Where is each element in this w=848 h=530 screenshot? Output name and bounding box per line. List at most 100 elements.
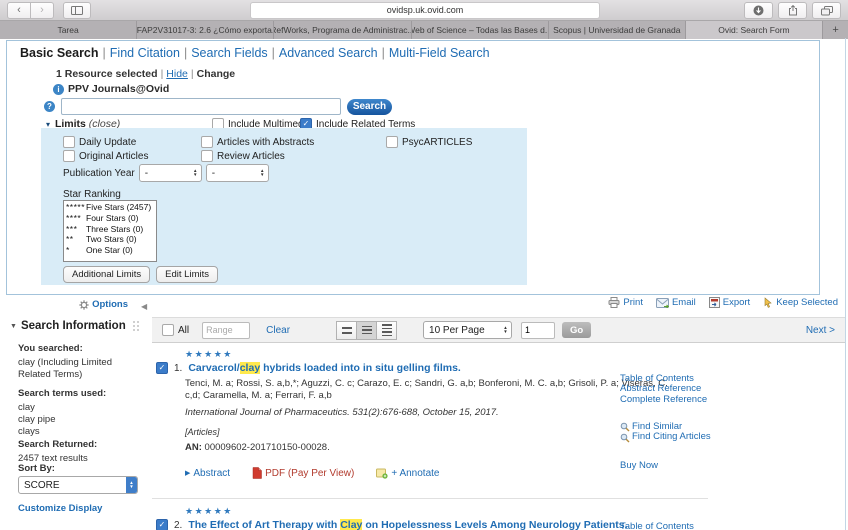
result-checkbox[interactable]: ✓ [156,519,168,530]
new-tab-button[interactable]: + [823,21,848,39]
sort-by-select[interactable]: SCORE ▲ ▼ [18,476,138,494]
options-link[interactable]: Options [92,299,128,310]
tab-overview-button[interactable] [812,2,841,19]
articles-with-abstracts-checkbox[interactable] [201,136,213,148]
results-main: Print Email Export Keep Selected All Cle… [152,293,848,530]
results-toolbar: All Clear 10 Per Page ▲▼ Go Next > [152,317,845,343]
check-icon: ✓ [158,520,166,529]
star-option[interactable]: **** Four Stars (0) [66,213,154,224]
email-link[interactable]: Email [655,297,696,308]
tab-scopus[interactable]: Scopus | Universidad de Granada [548,21,686,39]
annotate-link[interactable]: + Annotate [376,468,439,479]
database-name: PPV Journals@Ovid [68,83,170,95]
go-button[interactable]: Go [562,322,592,338]
result-checkbox[interactable]: ✓ [156,362,168,374]
result-title-link[interactable]: The Effect of Art Therapy with Clay on H… [188,519,628,530]
search-term: clay pipe [18,414,56,425]
review-articles-option: Review Articles [201,150,285,162]
tab-advanced-search[interactable]: Advanced Search [279,46,378,60]
tab-ovid-active[interactable]: Ovid: Search Form [685,21,824,39]
pdf-link[interactable]: PDF (Pay Per View) [252,467,354,479]
toolbar-right-group [744,2,841,19]
daily-update-checkbox[interactable] [63,136,75,148]
tab-ffap[interactable]: FFAP2V31017-3: 2.6 ¿Cómo exporta... [137,21,275,39]
additional-limits-button[interactable]: Additional Limits [63,266,151,283]
magnifier-icon [620,433,630,443]
per-page-select[interactable]: 10 Per Page ▲ ▼ [423,321,513,339]
edit-limits-button[interactable]: Edit Limits [156,266,218,283]
info-icon[interactable]: i [53,83,64,95]
drag-handle-icon[interactable] [133,320,140,332]
help-icon[interactable]: ? [44,101,55,112]
find-links: Find Similar Find Citing Articles [620,421,711,443]
tab-search-fields[interactable]: Search Fields [191,46,267,60]
forward-button[interactable]: › [31,1,54,19]
sidebar-icon [71,5,83,15]
keep-selected-link[interactable]: Keep Selected [763,297,838,308]
result-number: 2. [174,520,183,530]
star-option[interactable]: ***** Five Stars (2457) [66,202,154,213]
search-input[interactable] [61,98,341,115]
find-citing-articles-link[interactable]: Find Citing Articles [620,431,711,443]
select-all-option: All [162,324,189,336]
select-all-checkbox[interactable] [162,324,174,336]
result-number: 1. [174,363,183,374]
abstract-view-button[interactable] [377,320,398,340]
tab-find-citation[interactable]: Find Citation [110,46,180,60]
star-ranking-listbox[interactable]: ***** Five Stars (2457) **** Four Stars (0… [63,200,157,262]
searched-query: clay (Including Limited Related Terms) [18,357,112,380]
gear-icon [79,299,89,310]
complete-reference-link[interactable]: Complete Reference [620,394,707,405]
review-articles-checkbox[interactable] [201,150,213,162]
clear-link[interactable]: Clear [266,325,290,336]
year-from-select[interactable]: - ▲ ▼ [138,164,202,182]
search-mode-nav: Basic Search | Find Citation | Search Fields… [20,46,490,60]
page-number-input[interactable] [521,321,556,339]
tab-refworks[interactable]: RefWorks, Programa de Administrac... [274,21,412,39]
back-button[interactable]: ‹ [7,1,31,19]
email-icon [655,297,669,308]
original-articles-option: Original Articles [63,150,148,162]
title-view-button[interactable] [357,320,378,340]
original-articles-checkbox[interactable] [63,150,75,162]
print-link[interactable]: Print [608,297,643,308]
database-line: i PPV Journals@Ovid [53,83,169,95]
hide-link[interactable]: Hide [166,68,188,80]
range-input[interactable] [202,321,251,339]
downloads-button[interactable] [744,2,773,19]
customize-display-link[interactable]: Customize Display [18,503,102,514]
buy-now-link[interactable]: Buy Now [620,460,658,471]
address-bar[interactable]: ovidsp.uk.ovid.com [250,2,600,19]
tab-web-of-science[interactable]: Web of Science – Todas las Bases d... [411,21,549,39]
tab-tarea[interactable]: Tarea [0,21,138,39]
browser-toolbar: ‹ › ovidsp.uk.ovid.com [0,0,848,21]
search-term-highlight: clay [239,362,261,374]
search-button[interactable]: Search [347,98,392,115]
stepper-icon: ▲ ▼ [260,167,265,177]
psycarticles-checkbox[interactable] [386,136,398,148]
table-of-contents-link[interactable]: Table of Contents [620,521,694,530]
psycarticles-option: PsycARTICLES [386,136,472,148]
export-link[interactable]: Export [708,297,750,308]
year-to-select[interactable]: - ▲ ▼ [205,164,269,182]
change-link[interactable]: Change [197,68,236,80]
search-information-header[interactable]: ▼ Search Information [10,320,140,332]
you-searched-block: You searched: clay (Including Limited Re… [18,343,112,380]
star-option[interactable]: ** Two Stars (0) [66,234,154,245]
star-option[interactable]: * One Star (0) [66,245,154,256]
sidebar-toggle-button[interactable] [63,1,91,19]
next-page-link[interactable]: Next > [806,325,835,336]
share-button[interactable] [778,2,807,19]
share-icon [788,5,797,16]
forward-icon: › [40,3,44,16]
lines-icon [381,324,392,326]
star-option[interactable]: *** Three Stars (0) [66,224,154,235]
search-row: ? Search [44,98,392,115]
tab-multi-field-search[interactable]: Multi-Field Search [389,46,490,60]
citation-view-button[interactable] [336,320,358,340]
collapse-section-icon[interactable]: ▼ [10,323,17,330]
tab-basic-search[interactable]: Basic Search [20,46,99,60]
abstract-link[interactable]: ▶ Abstract [185,468,230,479]
result-title-link[interactable]: Carvacrol/clay hybrids loaded into in si… [188,362,461,374]
collapse-panel-button[interactable]: ◀ [141,302,147,311]
